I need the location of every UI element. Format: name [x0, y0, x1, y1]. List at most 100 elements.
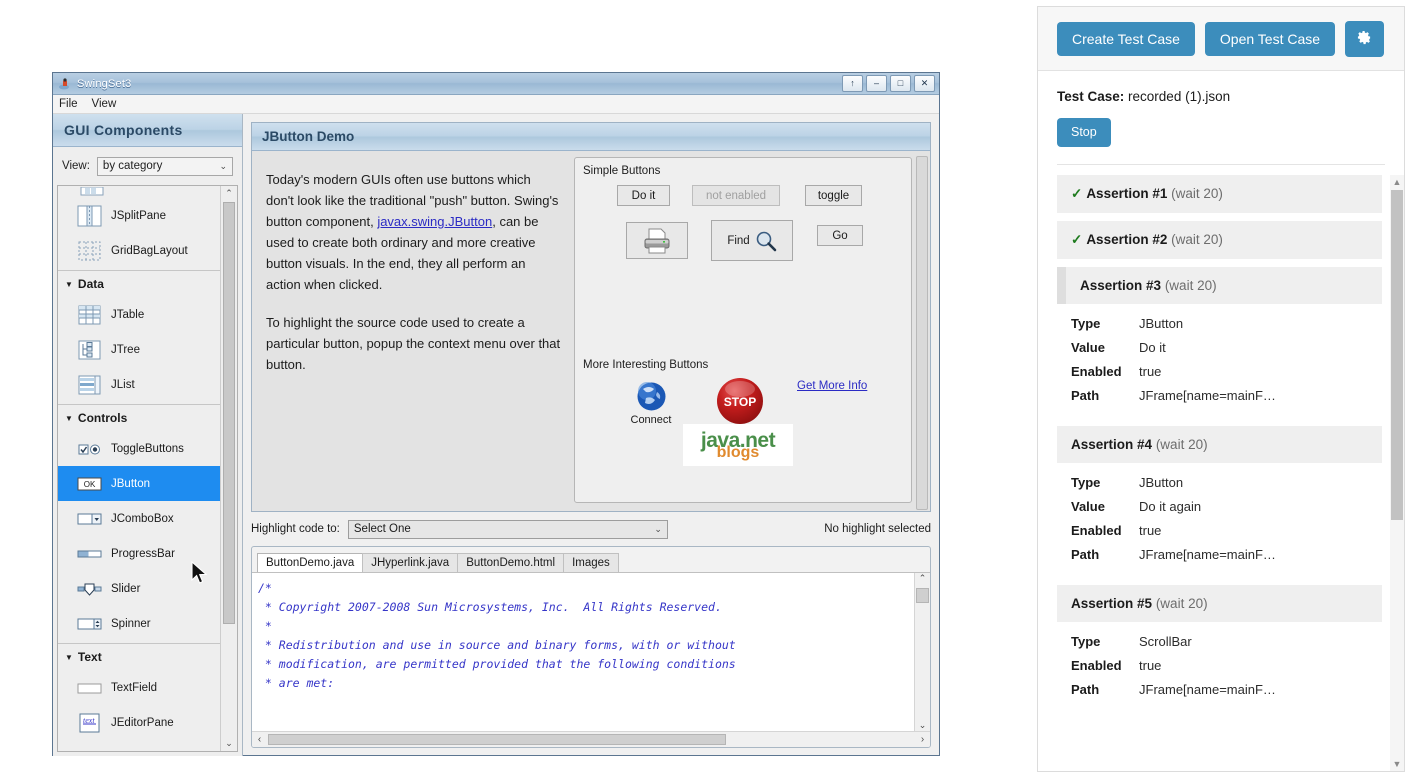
- stop-sign-icon: STOP: [717, 378, 763, 424]
- scroll-up-icon[interactable]: ▲: [1390, 175, 1404, 189]
- menu-view[interactable]: View: [92, 98, 117, 110]
- connect-label: Connect: [630, 414, 672, 426]
- scroll-down-icon[interactable]: ⌄: [915, 720, 930, 731]
- palette-item-jsplitpane[interactable]: JSplitPane: [58, 198, 221, 233]
- window-body: GUI Components View: by category ⌄ JSpli…: [53, 114, 939, 756]
- demo-panel-scrollbar-thumb[interactable]: [916, 156, 928, 510]
- tab-jhyperlink-java[interactable]: JHyperlink.java: [362, 553, 459, 572]
- highlight-code-row: Highlight code to: Select One ⌄ No highl…: [251, 512, 931, 546]
- assertion-key: Type: [1071, 633, 1101, 649]
- window-maximize-button[interactable]: □: [890, 75, 911, 92]
- scroll-left-icon[interactable]: ‹: [252, 734, 267, 745]
- assertion-row: Path JFrame[name=mainF…: [1057, 543, 1382, 567]
- window-title: SwingSet3: [77, 77, 132, 90]
- assertions-scrollbar-thumb[interactable]: [1391, 189, 1403, 520]
- assertion-value: JFrame[name=mainF…: [1139, 387, 1276, 403]
- do-it-button[interactable]: Do it: [617, 185, 670, 206]
- palette-item-jtree[interactable]: JTree: [58, 332, 221, 367]
- tab-buttondemo-java[interactable]: ButtonDemo.java: [257, 553, 364, 572]
- togglebuttons-icon: [77, 437, 102, 461]
- demo-panel-content: Today's modern GUIs often use buttons wh…: [252, 151, 930, 511]
- not-enabled-button: not enabled: [692, 185, 780, 206]
- source-vertical-scrollbar[interactable]: ⌃ ⌄: [914, 573, 930, 731]
- tab-images[interactable]: Images: [563, 553, 619, 572]
- stop-recording-button[interactable]: Stop: [1057, 118, 1111, 147]
- assertion-header[interactable]: Assertion #4 (wait 20): [1057, 425, 1382, 463]
- globe-icon: [637, 382, 665, 411]
- source-horizontal-scrollbar[interactable]: ‹ ›: [252, 731, 930, 747]
- assertions-scrollbar[interactable]: ▲ ▼: [1390, 174, 1404, 771]
- settings-button[interactable]: [1345, 20, 1385, 57]
- view-label: View:: [62, 160, 90, 172]
- palette-item-jeditorpane[interactable]: text JEditorPane: [58, 705, 221, 740]
- highlight-status: No highlight selected: [824, 523, 931, 535]
- palette-item-jcombobox[interactable]: JComboBox: [58, 501, 221, 536]
- assertion-detail-rows: Type JButton Value Do it again Enabled true…: [1057, 462, 1382, 577]
- get-more-info-link[interactable]: Get More Info: [797, 380, 867, 392]
- toggle-button[interactable]: toggle: [805, 185, 862, 206]
- palette-item-jbutton[interactable]: OK JButton: [58, 466, 221, 501]
- test-case-line: Test Case: recorded (1).json: [1057, 89, 1385, 104]
- assertion-header[interactable]: ✓ Assertion #1 (wait 20): [1057, 174, 1382, 213]
- menu-file[interactable]: File: [59, 98, 78, 110]
- assertion-row: Type JButton: [1057, 471, 1382, 495]
- palette-scrollbar[interactable]: ⌃ ⌄: [220, 186, 237, 751]
- palette-item-label: JComboBox: [111, 512, 174, 525]
- assertion-header[interactable]: Assertion #3 (wait 20): [1057, 266, 1382, 304]
- demo-panel-scrollbar[interactable]: [915, 152, 929, 510]
- assertion-key: Path: [1071, 387, 1100, 403]
- sidebar-header: GUI Components: [53, 114, 242, 147]
- window-restore-up-button[interactable]: ↑: [842, 75, 863, 92]
- assertion-value: Do it: [1139, 339, 1166, 355]
- highlight-code-combobox[interactable]: Select One ⌄: [347, 519, 668, 539]
- find-button-label: Find: [727, 234, 750, 247]
- scroll-right-icon[interactable]: ›: [915, 734, 930, 745]
- open-test-case-button[interactable]: Open Test Case: [1204, 21, 1336, 56]
- scroll-up-icon[interactable]: ⌃: [221, 186, 237, 201]
- assertion-key: Enabled: [1071, 657, 1122, 673]
- palette-item-togglebuttons[interactable]: ToggleButtons: [58, 431, 221, 466]
- view-combobox[interactable]: by category ⌄: [96, 156, 233, 176]
- source-hscroll-thumb[interactable]: [268, 734, 726, 745]
- palette-item-jlist[interactable]: JList: [58, 367, 221, 402]
- create-test-case-button[interactable]: Create Test Case: [1057, 21, 1195, 56]
- stop-button[interactable]: STOP: [715, 376, 765, 431]
- palette-group-text[interactable]: ▼ Text: [58, 643, 221, 670]
- demo-paragraph-2: To highlight the source code used to cre…: [266, 315, 561, 372]
- palette-item-textfield[interactable]: TextField: [58, 670, 221, 705]
- chevron-down-icon: ⌄: [654, 523, 662, 534]
- palette-item-jtable[interactable]: JTable: [58, 297, 221, 332]
- view-selector-row: View: by category ⌄: [53, 147, 242, 185]
- assertion-title: Assertion #4: [1071, 436, 1153, 452]
- check-icon: ✓: [1071, 185, 1083, 201]
- go-button[interactable]: Go: [817, 225, 863, 246]
- scroll-up-icon[interactable]: ⌃: [915, 573, 930, 587]
- window-titlebar[interactable]: SwingSet3 ↑ – □ ✕: [53, 73, 939, 95]
- demo-area: JButton Demo Today's modern GUIs often u…: [243, 114, 939, 756]
- window-minimize-button[interactable]: –: [866, 75, 887, 92]
- palette-item-gridbaglayout[interactable]: GridBagLayout: [58, 233, 221, 268]
- palette-item-spinner[interactable]: Spinner: [58, 606, 221, 641]
- javanet-blogs-button[interactable]: java.net blogs: [683, 424, 793, 466]
- palette-group-data[interactable]: ▼ Data: [58, 270, 221, 297]
- source-code-text[interactable]: /* * Copyright 2007-2008 Sun Microsystem…: [252, 573, 914, 731]
- assertion-header[interactable]: Assertion #5 (wait 20): [1057, 584, 1382, 622]
- connect-button[interactable]: Connect: [623, 380, 679, 426]
- assertions-scroll-area: ✓ Assertion #1 (wait 20) ✓ Assertion #2 (w…: [1057, 174, 1404, 771]
- triangle-down-icon: ▼: [65, 652, 73, 662]
- assertion-header[interactable]: ✓ Assertion #2 (wait 20): [1057, 220, 1382, 259]
- palette-scrollbar-thumb[interactable]: [223, 202, 235, 624]
- scroll-down-icon[interactable]: ⌄: [221, 736, 237, 751]
- find-button[interactable]: Find: [711, 220, 793, 261]
- tab-buttondemo-html[interactable]: ButtonDemo.html: [457, 553, 565, 572]
- scroll-down-icon[interactable]: ▼: [1390, 757, 1404, 771]
- progressbar-icon: [77, 542, 102, 566]
- source-vscroll-thumb[interactable]: [916, 588, 929, 603]
- palette-item-label: JList: [111, 378, 135, 391]
- demo-buttons-group: Simple Buttons Do it not enabled toggle: [574, 157, 912, 503]
- javax-swing-jbutton-link[interactable]: javax.swing.JButton: [377, 214, 492, 229]
- window-close-button[interactable]: ✕: [914, 75, 935, 92]
- print-button[interactable]: [626, 222, 688, 259]
- palette-group-controls[interactable]: ▼ Controls: [58, 404, 221, 431]
- assertion-title: Assertion #1: [1086, 185, 1168, 201]
